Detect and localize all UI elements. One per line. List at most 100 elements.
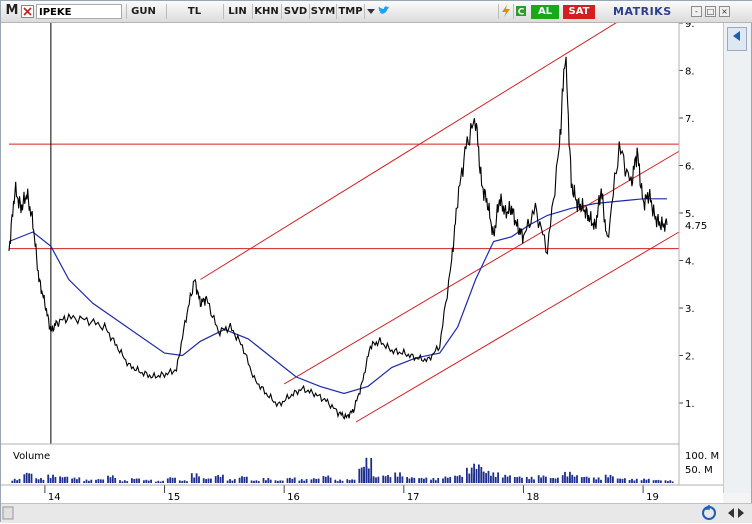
back-arrow-icon[interactable]: [727, 27, 747, 51]
volume-bar: [454, 475, 456, 483]
period-button[interactable]: GUN: [126, 4, 160, 19]
maximize-button[interactable]: □: [705, 6, 716, 17]
volume-bar: [195, 473, 198, 483]
volume-bar: [382, 475, 385, 483]
volume-bar: [317, 478, 320, 483]
volume-bar: [99, 479, 102, 483]
volume-bar: [406, 477, 408, 483]
volume-bar: [289, 477, 291, 483]
volume-bar: [107, 475, 109, 483]
volume-bar: [518, 476, 521, 483]
x-tick-label: 16: [287, 492, 300, 503]
volume-bar: [351, 479, 353, 483]
volume-bar: [525, 477, 528, 483]
volume-bar: [310, 479, 313, 483]
sync-icon[interactable]: [702, 505, 716, 520]
volume-bar: [470, 467, 473, 483]
volume-bar: [475, 468, 478, 483]
volume-bar: [588, 477, 590, 483]
y-tick-label: 1.: [685, 399, 695, 410]
volume-bar: [229, 479, 231, 483]
currency-button[interactable]: TL: [166, 4, 222, 19]
volume-bar: [446, 477, 449, 483]
x-tick-label: 18: [526, 492, 539, 503]
sym-button[interactable]: SYM: [309, 4, 336, 19]
volume-bar: [408, 478, 411, 483]
volume-bar: [186, 481, 188, 483]
volume-bar: [580, 477, 583, 483]
scroll-right-arrow-icon[interactable]: [738, 508, 744, 518]
refresh-c-icon[interactable]: C: [513, 4, 527, 19]
volume-bar: [652, 480, 655, 483]
volume-bar: [25, 472, 28, 483]
volume-bar: [573, 476, 576, 483]
scroll-start-button[interactable]: [2, 506, 14, 520]
volume-bar: [504, 474, 507, 483]
volume-bar: [205, 479, 207, 483]
volume-bar: [394, 472, 397, 483]
volume-bar: [604, 474, 607, 483]
volume-bar: [238, 477, 241, 483]
volume-bar: [430, 479, 432, 483]
volume-bar: [561, 475, 564, 483]
bottom-scrollbar[interactable]: [1, 503, 752, 523]
template-button[interactable]: TMP: [336, 4, 364, 19]
volume-bar: [537, 475, 540, 483]
volume-bar: [667, 481, 669, 483]
volume-bar: [274, 480, 277, 483]
volume-bar: [202, 478, 205, 483]
volume-bar: [624, 478, 626, 483]
volume-bar: [291, 478, 294, 483]
y-tick-label: 8.: [685, 67, 695, 78]
volume-bar: [365, 457, 368, 483]
volume-bar: [647, 478, 650, 483]
close-symbol-icon[interactable]: [21, 5, 34, 18]
symbol-input[interactable]: IPEKE: [36, 4, 122, 19]
x-tick-label: 17: [407, 492, 420, 503]
volume-bar: [37, 479, 40, 483]
volume-bar: [552, 478, 554, 483]
price-chart[interactable]: 9. 8. 7. 6. 5. 4. 3. 2. 1. 4.75 100. M 50. M Volum…: [1, 23, 723, 503]
svd-button[interactable]: SVD: [281, 4, 309, 19]
dropdown-arrow-icon[interactable]: [364, 4, 376, 19]
volume-bar: [198, 476, 200, 483]
volume-bar: [655, 480, 657, 483]
volume-bar: [456, 476, 459, 483]
volume-bar: [669, 480, 672, 483]
volume-bar: [485, 473, 487, 483]
volume-bar: [348, 480, 351, 483]
volume-bar: [466, 467, 468, 483]
volume-bar: [513, 477, 516, 483]
volume-bar: [174, 477, 176, 483]
volume-bar: [90, 479, 93, 483]
volume-bar: [255, 480, 258, 483]
volume-bar: [468, 473, 471, 483]
volume-bar: [40, 478, 42, 483]
volume-bar: [387, 475, 389, 483]
sell-button[interactable]: SAT: [563, 5, 595, 19]
volume-bar: [554, 478, 557, 483]
volume-bar: [250, 480, 253, 483]
volume-bar: [135, 478, 138, 483]
volume-bar: [222, 474, 224, 483]
volume-bar: [157, 480, 160, 483]
alarm-bolt-icon[interactable]: [498, 4, 512, 19]
volume-bar: [121, 481, 124, 483]
twitter-icon[interactable]: [377, 4, 391, 19]
matriks-logo-icon[interactable]: M: [5, 3, 19, 19]
y-tick-label: 6.: [685, 162, 695, 173]
volume-bar: [509, 475, 511, 483]
buy-button[interactable]: AL: [531, 5, 559, 19]
minimize-button[interactable]: -: [691, 6, 702, 17]
x-tick-label: 14: [48, 492, 61, 503]
volume-bar: [13, 478, 16, 483]
volume-bar: [396, 476, 399, 483]
close-window-button[interactable]: ×: [719, 6, 730, 17]
volume-bar: [576, 475, 578, 483]
scroll-left-arrow-icon[interactable]: [728, 508, 734, 518]
linear-scale-button[interactable]: LIN: [223, 4, 251, 19]
volume-bar: [76, 479, 78, 483]
volume-bar: [102, 479, 105, 483]
khn-button[interactable]: KHN: [252, 4, 280, 19]
x-tick-label: 19: [646, 492, 659, 503]
